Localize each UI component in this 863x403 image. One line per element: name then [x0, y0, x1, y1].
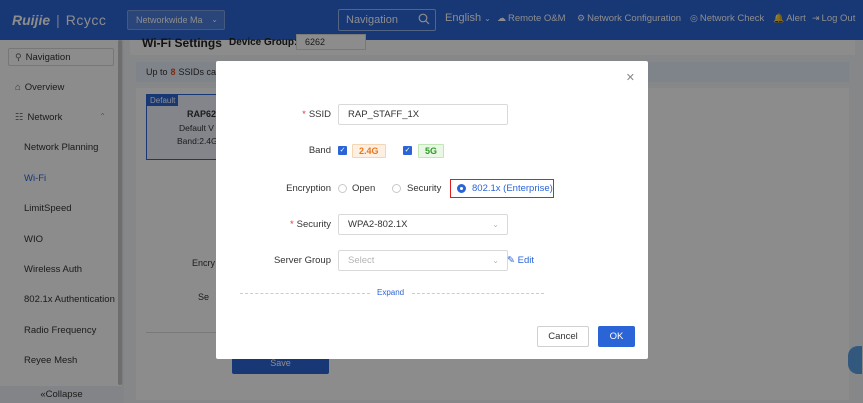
encryption-security-radio[interactable]	[392, 184, 401, 193]
encryption-security-label[interactable]: Security	[407, 183, 441, 194]
security-value: WPA2-802.1X	[348, 219, 408, 230]
ok-button[interactable]: OK	[598, 326, 635, 347]
chevron-down-icon: ⌄	[492, 220, 499, 229]
cancel-button[interactable]: Cancel	[537, 326, 589, 347]
band-5g-tag: 5G	[418, 144, 445, 158]
ssid-edit-modal: ✕ * SSID RAP_STAFF_1X Band ✓ 2.4G ✓ 5G En…	[216, 61, 648, 359]
divider	[240, 293, 370, 294]
encryption-enterprise-label[interactable]: 802.1x (Enterprise)	[472, 183, 553, 194]
server-group-label: Server Group	[273, 255, 331, 266]
edit-link[interactable]: ✎ Edit	[507, 255, 534, 266]
band-24g-tag: 2.4G	[352, 144, 386, 158]
security-select[interactable]: WPA2-802.1X ⌄	[338, 214, 508, 235]
ssid-input[interactable]: RAP_STAFF_1X	[338, 104, 508, 125]
server-group-placeholder: Select	[348, 255, 375, 266]
band-5g-checkbox[interactable]: ✓	[403, 146, 412, 155]
encryption-open-label[interactable]: Open	[352, 183, 375, 194]
chevron-down-icon: ⌄	[492, 256, 499, 265]
ssid-label: * SSID	[302, 109, 331, 120]
band-24g-checkbox[interactable]: ✓	[338, 146, 347, 155]
encryption-enterprise-radio[interactable]	[457, 184, 466, 193]
divider	[412, 293, 544, 294]
encryption-open-radio[interactable]	[338, 184, 347, 193]
pencil-icon: ✎	[507, 255, 515, 266]
band-label: Band	[308, 145, 331, 156]
server-group-select[interactable]: Select ⌄	[338, 250, 508, 271]
expand-link[interactable]: Expand	[377, 288, 404, 297]
edit-label: Edit	[517, 255, 534, 266]
encryption-label: Encryption	[286, 183, 331, 194]
close-icon[interactable]: ✕	[626, 71, 635, 84]
security-label: * Security	[289, 219, 331, 230]
